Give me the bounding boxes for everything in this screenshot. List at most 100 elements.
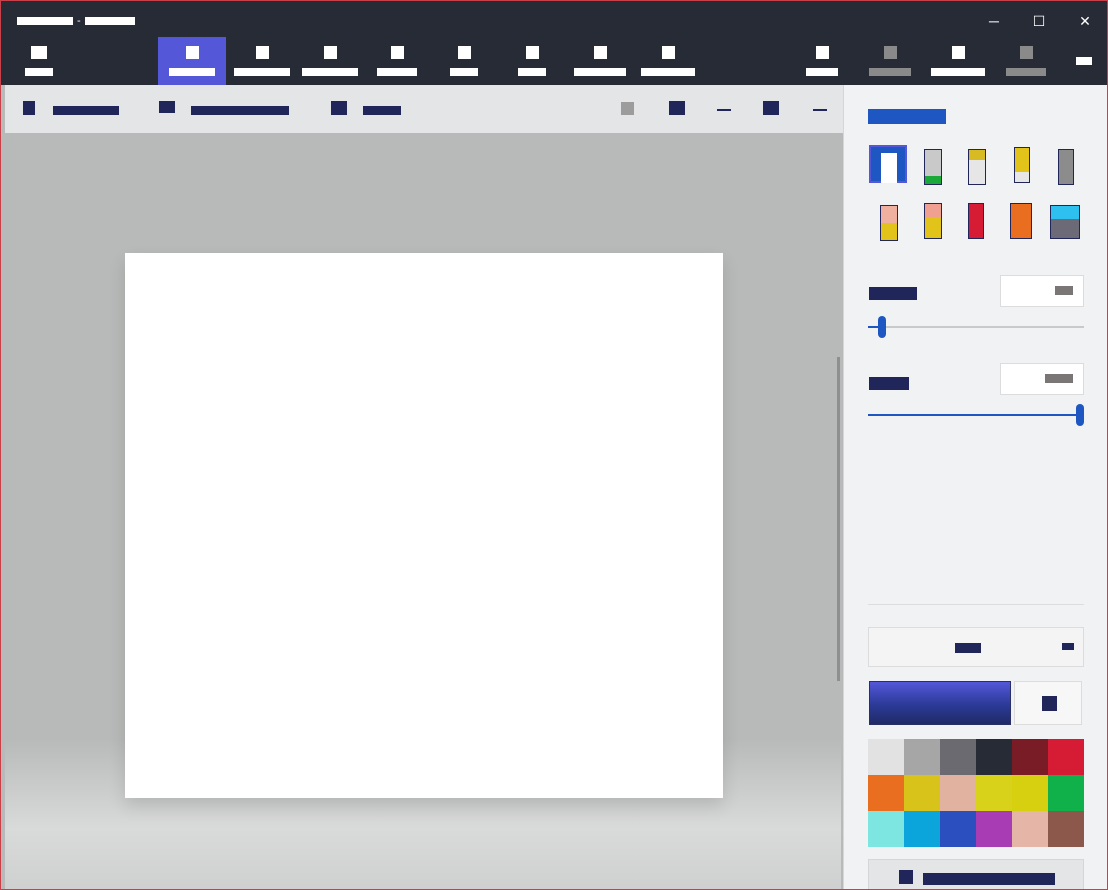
- minimize-icon: ─: [989, 13, 999, 29]
- magic-select-icon[interactable]: [159, 101, 175, 113]
- paint3d-window: ▇▇▇▇▇▇▇▇ - ▇▇▇▇▇▇▇ ─ ☐ ✕ ▇▇▇▇ ▇▇▇▇▇▇ ▇▇▇…: [0, 0, 1108, 890]
- crop-icon[interactable]: [331, 101, 347, 115]
- text-icon: [390, 46, 404, 59]
- tool-effects-label: ▇▇▇▇: [450, 68, 478, 76]
- zoom-in-icon[interactable]: [813, 109, 827, 111]
- thickness-slider[interactable]: [868, 316, 1084, 338]
- thickness-label: ▇▇▇▇▇: [869, 287, 917, 300]
- tool-undo[interactable]: ▇▇▇▇▇▇: [865, 37, 915, 85]
- select-icon[interactable]: [23, 101, 35, 115]
- zoom-out-icon[interactable]: [717, 109, 731, 111]
- fill-brush[interactable]: [1050, 205, 1080, 239]
- tool-redo[interactable]: ▇▇▇▇▇: [1003, 37, 1049, 85]
- color-swatch[interactable]: [868, 775, 904, 811]
- color-swatch[interactable]: [1012, 775, 1048, 811]
- eyedropper-icon: [1042, 696, 1057, 711]
- current-color-swatch[interactable]: [869, 681, 1011, 725]
- opacity-label: ▇▇▇▇▇: [869, 377, 909, 390]
- thickness-slider-thumb[interactable]: [878, 316, 886, 338]
- minimize-button[interactable]: ─: [971, 10, 1017, 32]
- tool-effects[interactable]: ▇▇▇▇: [441, 37, 487, 85]
- color-swatch[interactable]: [1048, 775, 1084, 811]
- color-swatch[interactable]: [976, 739, 1012, 775]
- tool-shapes[interactable]: ▇▇▇▇▇▇▇: [229, 37, 295, 85]
- color-swatch[interactable]: [904, 775, 940, 811]
- eyedropper-button[interactable]: [1014, 681, 1082, 725]
- opacity-slider[interactable]: [868, 404, 1084, 426]
- brushes-icon: [185, 46, 199, 59]
- shapes-icon: [255, 46, 269, 59]
- tool-3d-library[interactable]: ▇▇▇▇▇▇▇: [569, 37, 631, 85]
- close-icon: ✕: [1079, 12, 1091, 29]
- color-swatch[interactable]: [904, 811, 940, 847]
- tool-stickers-label: ▇▇▇▇▇▇▇: [302, 68, 358, 76]
- crop-label[interactable]: ▇▇▇▇: [363, 106, 401, 115]
- thickness-value: ▇▇: [1055, 286, 1073, 295]
- tool-mixed-reality-label: ▇▇▇▇▇▇▇: [641, 68, 695, 76]
- 3d-library-icon: [593, 46, 607, 59]
- opacity-slider-thumb[interactable]: [1076, 404, 1084, 426]
- title-bar: ▇▇▇▇▇▇▇▇ - ▇▇▇▇▇▇▇ ─ ☐ ✕ ▇▇▇▇ ▇▇▇▇▇▇ ▇▇▇…: [1, 1, 1107, 85]
- opacity-input[interactable]: ▇▇▇: [1000, 363, 1084, 395]
- drawing-canvas[interactable]: [125, 253, 723, 798]
- tool-more[interactable]: ▇▇: [1069, 37, 1099, 85]
- document-title: ▇▇▇▇▇▇▇: [84, 17, 135, 25]
- color-swatch[interactable]: [1012, 739, 1048, 775]
- chevron-down-icon: [1062, 643, 1074, 650]
- eraser-brush[interactable]: [924, 203, 942, 239]
- tool-paste[interactable]: ▇▇▇▇: [801, 37, 843, 85]
- tool-history-label: ▇▇▇▇▇▇▇: [931, 68, 985, 76]
- color-swatch[interactable]: [976, 775, 1012, 811]
- pixel-pen-brush[interactable]: [1058, 149, 1074, 185]
- color-swatch[interactable]: [1048, 811, 1084, 847]
- oil-brush[interactable]: [968, 149, 986, 185]
- finish-dropdown[interactable]: ▇▇▇: [868, 627, 1084, 667]
- color-swatch[interactable]: [868, 811, 904, 847]
- maximize-button[interactable]: ☐: [1016, 10, 1062, 32]
- color-palette: [868, 739, 1084, 847]
- marker-brush-icon: [881, 153, 897, 183]
- select-label[interactable]: ▇▇▇▇▇▇▇▇: [53, 106, 119, 115]
- thickness-input[interactable]: ▇▇: [1000, 275, 1084, 307]
- view-3d-icon[interactable]: [621, 102, 634, 115]
- magic-select-label[interactable]: ▇▇▇▇▇▇▇▇▇▇▇: [191, 106, 289, 115]
- maximize-icon: ☐: [1032, 12, 1046, 29]
- color-swatch[interactable]: [976, 811, 1012, 847]
- color-swatch[interactable]: [1012, 811, 1048, 847]
- tool-undo-label: ▇▇▇▇▇▇: [869, 68, 911, 76]
- watercolor-brush[interactable]: [1014, 147, 1030, 183]
- add-color-button[interactable]: ▇▇▇▇▇▇▇▇▇▇▇▇: [868, 859, 1084, 889]
- undo-icon: [883, 46, 897, 59]
- stickers-icon: [323, 46, 337, 59]
- color-swatch[interactable]: [868, 739, 904, 775]
- tool-brushes[interactable]: ▇▇▇▇▇▇: [158, 37, 226, 85]
- panel-divider: [868, 604, 1084, 605]
- canvas-area: [5, 133, 841, 889]
- brushes-panel: ▇▇▇▇▇▇▇▇ ▇▇▇▇▇ ▇▇ ▇▇▇▇▇ ▇▇▇: [843, 85, 1107, 889]
- color-swatch[interactable]: [940, 811, 976, 847]
- tool-mixed-reality[interactable]: ▇▇▇▇▇▇▇: [637, 37, 699, 85]
- tool-stickers[interactable]: ▇▇▇▇▇▇▇: [297, 37, 363, 85]
- marker-brush[interactable]: [869, 145, 907, 183]
- zoom-fit-icon[interactable]: [669, 101, 685, 115]
- color-swatch[interactable]: [904, 739, 940, 775]
- tool-history[interactable]: ▇▇▇▇▇▇▇: [929, 37, 987, 85]
- tool-menu[interactable]: ▇▇▇▇: [11, 37, 67, 85]
- tool-brushes-label: ▇▇▇▇▇▇: [169, 68, 215, 76]
- tool-redo-label: ▇▇▇▇▇: [1006, 68, 1046, 76]
- add-color-label: ▇▇▇▇▇▇▇▇▇▇▇▇: [923, 873, 1055, 885]
- color-swatch[interactable]: [940, 739, 976, 775]
- pencil-brush[interactable]: [880, 205, 898, 241]
- close-button[interactable]: ✕: [1062, 10, 1107, 32]
- spray-can-brush[interactable]: [1010, 203, 1032, 239]
- calligraphy-pen-brush[interactable]: [924, 149, 942, 185]
- tool-menu-label: ▇▇▇▇: [25, 68, 53, 76]
- tool-text[interactable]: ▇▇▇▇▇: [371, 37, 423, 85]
- tool-canvas[interactable]: ▇▇▇▇: [509, 37, 555, 85]
- color-swatch[interactable]: [940, 775, 976, 811]
- vertical-scrollbar[interactable]: [837, 357, 840, 681]
- crayon-brush[interactable]: [968, 203, 984, 239]
- zoom-level-icon[interactable]: [763, 101, 779, 115]
- tool-text-label: ▇▇▇▇▇: [377, 68, 417, 76]
- color-swatch[interactable]: [1048, 739, 1084, 775]
